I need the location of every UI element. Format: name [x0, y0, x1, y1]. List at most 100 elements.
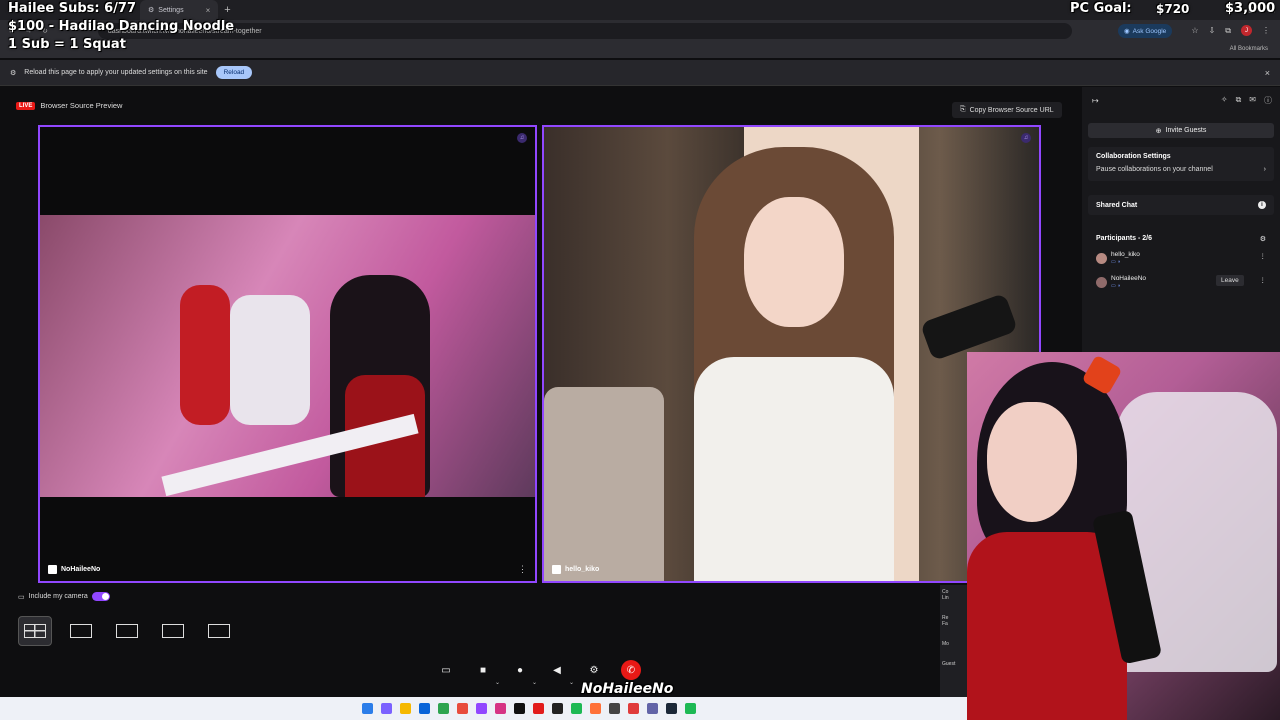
ask-google-button[interactable]: ◉ Ask Google	[1118, 24, 1173, 38]
twitch-icon	[48, 565, 57, 574]
chevron-down-icon[interactable]: ⌄	[532, 679, 537, 686]
folder-icon[interactable]	[399, 703, 411, 714]
gear-icon: ⚙	[589, 664, 599, 676]
app-icon[interactable]	[456, 703, 468, 714]
firefox-icon[interactable]	[589, 703, 601, 714]
url-field[interactable]: dashboard.twitch.tv/u/nohaileeno/stream-…	[97, 23, 1072, 39]
copy-url-button[interactable]: ⎘ Copy Browser Source URL	[952, 102, 1062, 118]
chrome-icon[interactable]	[627, 703, 639, 714]
include-camera-label: Include my camera	[28, 593, 88, 600]
help-icon[interactable]: ⓘ	[1264, 95, 1272, 106]
collab-side-panel: ↦ ✧ ⧉ ✉ ⓘ ⊕ Invite Guests Collaboration …	[1082, 87, 1280, 352]
popout-icon[interactable]: ⧉	[1236, 95, 1242, 106]
call-controls: ▭ ■ ⌄ ● ⌄ ◀ ⌄ ⚙ ✆	[436, 660, 641, 687]
download-icon[interactable]: ⇩	[1209, 26, 1216, 35]
streamer-face	[987, 402, 1077, 522]
spotify-icon[interactable]	[684, 703, 696, 714]
shared-chat-card[interactable]: Shared Chat i	[1088, 195, 1274, 215]
cam-name-label: NoHaileeNo	[48, 565, 100, 574]
right-bar-layout-icon	[208, 624, 230, 638]
invite-guests-label: Invite Guests	[1165, 127, 1207, 134]
instagram-icon[interactable]	[494, 703, 506, 714]
twitch-icon[interactable]	[475, 703, 487, 714]
extensions-icon[interactable]: ⧉	[1225, 26, 1231, 36]
peek-item: Guest	[942, 661, 956, 667]
infobar-message: Reload this page to apply your updated s…	[24, 69, 208, 76]
panel-icons: ✧ ⧉ ✉ ⓘ	[1221, 95, 1272, 106]
all-bookmarks-link[interactable]: All Bookmarks	[1230, 46, 1268, 52]
magic-icon[interactable]: ✧	[1221, 95, 1228, 106]
preview-header: LIVE Browser Source Preview	[16, 101, 122, 110]
teams-icon[interactable]	[646, 703, 658, 714]
twitch-icon	[552, 565, 561, 574]
cam-name-text: hello_kiko	[565, 566, 600, 573]
speaker-button[interactable]: ◀ ⌄	[547, 660, 574, 687]
audio-wave-icon: ♫	[517, 133, 527, 143]
windows-start-icon[interactable]	[361, 703, 373, 714]
outlook-icon[interactable]	[418, 703, 430, 714]
preview-title: Browser Source Preview	[40, 101, 123, 110]
screen: ⚙ Settings × + — ☐ ✕ ← → ↻ dashboard.twi…	[0, 0, 1280, 720]
info-icon[interactable]: i	[1258, 201, 1266, 209]
tab-settings[interactable]: ⚙ Settings ×	[140, 0, 219, 20]
mic-button[interactable]: ● ⌄	[510, 660, 537, 687]
profile-avatar[interactable]: J	[1241, 25, 1252, 36]
infobar-close-icon[interactable]: ×	[1265, 68, 1270, 78]
speaker-icon: ◀	[553, 664, 561, 676]
settings-button[interactable]: ⚙	[584, 660, 604, 680]
tab-label: Settings	[158, 6, 184, 14]
tab-close-icon[interactable]: ×	[206, 6, 211, 15]
participant-row: NoHaileeNo ▭ ◑ Leave ⋮	[1096, 273, 1266, 291]
steam-icon[interactable]	[665, 703, 677, 714]
gear-icon[interactable]: ⚙	[1260, 235, 1266, 243]
more-options-icon[interactable]: ⋮	[1260, 277, 1267, 284]
screen-share-button[interactable]: ▭	[436, 660, 456, 680]
layout-bottom-bar-button[interactable]	[110, 616, 144, 646]
camera-button[interactable]: ■ ⌄	[473, 660, 500, 687]
app-icon[interactable]	[437, 703, 449, 714]
x-icon[interactable]	[551, 703, 563, 714]
mail-icon[interactable]: ✉	[1249, 95, 1256, 106]
spotify-icon[interactable]	[570, 703, 582, 714]
layout-grid-button[interactable]	[18, 616, 52, 646]
chevron-down-icon[interactable]: ⌄	[495, 679, 500, 686]
new-tab-button[interactable]: +	[224, 4, 230, 16]
menu-icon[interactable]: ⋮	[1262, 26, 1270, 35]
reload-infobar: ⚙ Reload this page to apply your updated…	[0, 60, 1280, 86]
invite-guests-button[interactable]: ⊕ Invite Guests	[1088, 123, 1274, 138]
participant-row: hello_kiko ▭ ◑ ⋮	[1096, 249, 1266, 267]
sofa	[544, 387, 664, 581]
camera-tile-nohaileeno[interactable]: ♫ NoHaileeNo ⋮	[38, 125, 537, 583]
avatar	[1096, 252, 1107, 264]
app-icon[interactable]	[608, 703, 620, 714]
live-badge: LIVE	[16, 101, 36, 110]
youtube-icon[interactable]	[532, 703, 544, 714]
more-options-icon[interactable]: ⋮	[518, 564, 527, 575]
pause-collab-label: Pause collaborations on your channel	[1096, 166, 1213, 173]
participant-status-icons: ▭ ◑	[1111, 259, 1121, 265]
collapse-panel-icon[interactable]: ↦	[1092, 96, 1099, 105]
avatar	[1096, 276, 1107, 288]
end-call-button[interactable]: ✆	[621, 660, 641, 680]
chevron-down-icon[interactable]: ⌄	[569, 679, 574, 686]
white-dress	[694, 357, 894, 581]
peek-item: Lin	[942, 595, 949, 601]
star-icon[interactable]: ☆	[1191, 26, 1198, 35]
layout-top-bar-button[interactable]	[64, 616, 98, 646]
tiktok-icon[interactable]	[513, 703, 525, 714]
leave-button[interactable]: Leave	[1215, 275, 1244, 286]
include-camera-toggle[interactable]	[91, 592, 110, 601]
peek-item: Fa	[942, 621, 948, 627]
layout-right-bar-button[interactable]	[202, 616, 236, 646]
shared-chat-title: Shared Chat	[1096, 201, 1138, 209]
phone-hangup-icon: ✆	[626, 664, 636, 676]
camera-icon: ▭	[18, 593, 25, 601]
app-icon[interactable]	[380, 703, 392, 714]
reload-button[interactable]: Reload	[215, 66, 253, 79]
layout-left-bar-button[interactable]	[156, 616, 190, 646]
pc-goal-target: $3,000	[1225, 1, 1276, 16]
pause-collab-row[interactable]: Pause collaborations on your channel ›	[1096, 166, 1266, 173]
more-options-icon[interactable]: ⋮	[1260, 252, 1267, 260]
link-icon: ⎘	[960, 106, 966, 113]
participant-name: NoHaileeNo	[1111, 275, 1147, 282]
